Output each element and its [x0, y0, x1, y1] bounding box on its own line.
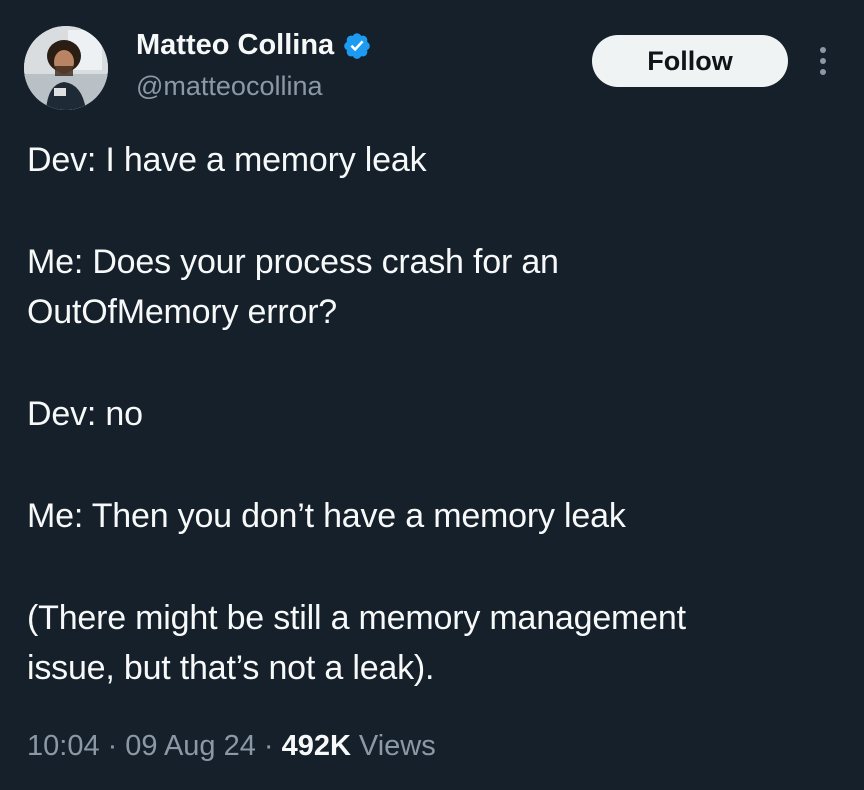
- more-vertical-icon[interactable]: [810, 44, 836, 78]
- tweet-line: Dev: no: [27, 395, 143, 433]
- tweet-card: Matteo Collina @matteocollina Follow Dev…: [0, 0, 864, 790]
- tweet-paragraph: Dev: no: [27, 389, 847, 439]
- author-name-text[interactable]: Matteo Collina: [136, 26, 334, 64]
- author-avatar[interactable]: [24, 26, 108, 110]
- profile-photo-icon: [24, 26, 108, 110]
- meta-separator: ·: [107, 730, 118, 762]
- tweet-paragraph: Me: Does your process crash for an OutOf…: [27, 237, 847, 337]
- tweet-paragraph: Dev: I have a memory leak: [27, 135, 847, 185]
- tweet-paragraph: (There might be still a memory managemen…: [27, 593, 847, 693]
- tweet-date[interactable]: 09 Aug 24: [125, 730, 256, 762]
- tweet-line: issue, but that’s not a leak).: [27, 649, 435, 687]
- follow-button[interactable]: Follow: [592, 35, 788, 87]
- views-label: Views: [358, 730, 436, 762]
- tweet-line: OutOfMemory error?: [27, 293, 338, 331]
- tweet-text: Dev: I have a memory leak Me: Does your …: [27, 135, 847, 693]
- tweet-line: Me: Then you don’t have a memory leak: [27, 497, 626, 535]
- meta-separator: ·: [263, 730, 274, 762]
- tweet-line: Dev: I have a memory leak: [27, 141, 427, 179]
- tweet-time[interactable]: 10:04: [27, 730, 100, 762]
- verified-badge-icon: [342, 31, 372, 61]
- author-display-name[interactable]: Matteo Collina: [136, 26, 372, 64]
- tweet-meta: 10:04 · 09 Aug 24 · 492K Views: [27, 726, 436, 766]
- tweet-paragraph: Me: Then you don’t have a memory leak: [27, 491, 847, 541]
- author-handle[interactable]: @matteocollina: [136, 68, 323, 104]
- views-count: 492K: [281, 730, 351, 762]
- tweet-line: (There might be still a memory managemen…: [27, 599, 686, 637]
- tweet-line: Me: Does your process crash for an: [27, 243, 559, 281]
